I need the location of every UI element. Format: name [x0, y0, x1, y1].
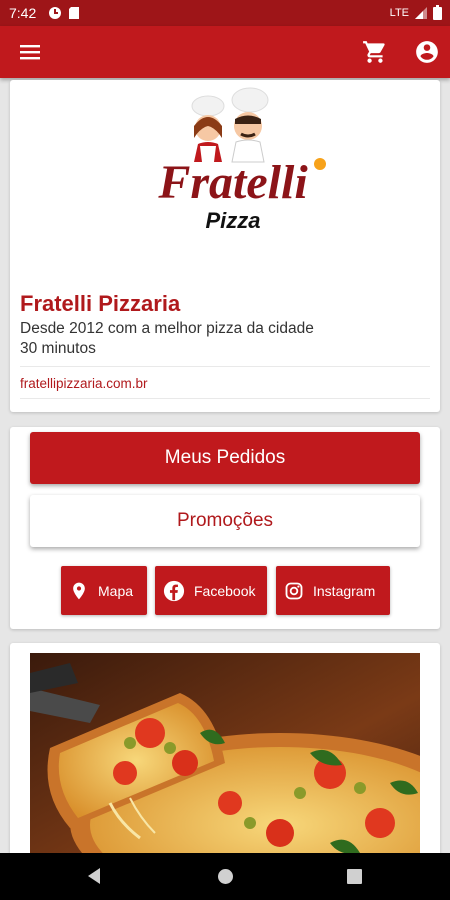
promotions-button[interactable]: Promoções: [30, 495, 420, 547]
instagram-label: Instagram: [313, 582, 376, 599]
logo-wordmark: Fratelli: [157, 156, 308, 209]
delivery-time: 30 minutos: [20, 340, 96, 357]
facebook-icon: [163, 580, 185, 601]
facebook-label: Facebook: [194, 582, 256, 599]
battery-icon: [433, 5, 442, 20]
restaurant-card: Fratelli Pizza Fratelli Pizzaria Desde 2…: [10, 80, 440, 412]
restaurant-name: Fratelli Pizzaria: [20, 291, 181, 316]
status-bar: 7:42 LTE: [0, 0, 450, 26]
recents-icon[interactable]: [347, 869, 362, 884]
status-right: LTE: [390, 5, 442, 20]
instagram-button[interactable]: Instagram: [276, 566, 390, 615]
system-nav-bar: [0, 853, 450, 900]
map-button[interactable]: Mapa: [61, 566, 147, 615]
divider: [20, 398, 430, 399]
notification-icon: [49, 7, 61, 19]
map-label: Mapa: [98, 582, 134, 599]
pizza-image[interactable]: [30, 653, 420, 863]
status-time: 7:42: [9, 5, 37, 21]
network-label: LTE: [389, 6, 409, 19]
actions-card: Meus Pedidos Promoções Mapa Facebook Ins…: [10, 427, 440, 629]
promo-image-card: [10, 643, 440, 863]
logo-pizza-dot: [314, 158, 326, 170]
my-orders-button[interactable]: Meus Pedidos: [30, 432, 420, 484]
back-icon[interactable]: [86, 867, 102, 885]
sd-card-icon: [69, 7, 79, 19]
restaurant-logo: Fratelli Pizza: [157, 87, 326, 233]
website-link[interactable]: fratellipizzaria.com.br: [20, 376, 148, 391]
facebook-button[interactable]: Facebook: [155, 566, 267, 615]
restaurant-description: Desde 2012 com a melhor pizza da cidade: [20, 320, 314, 337]
menu-icon[interactable]: [18, 40, 42, 64]
instagram-icon: [285, 582, 303, 599]
location-pin-icon: [73, 582, 85, 599]
status-notification-icons: [48, 6, 80, 20]
home-icon[interactable]: [218, 869, 233, 884]
cart-icon[interactable]: [362, 39, 388, 65]
signal-icon: [415, 6, 427, 19]
divider: [20, 366, 430, 367]
app-bar: [0, 26, 450, 78]
account-icon[interactable]: [414, 39, 440, 65]
logo-subtext: Pizza: [205, 208, 260, 233]
